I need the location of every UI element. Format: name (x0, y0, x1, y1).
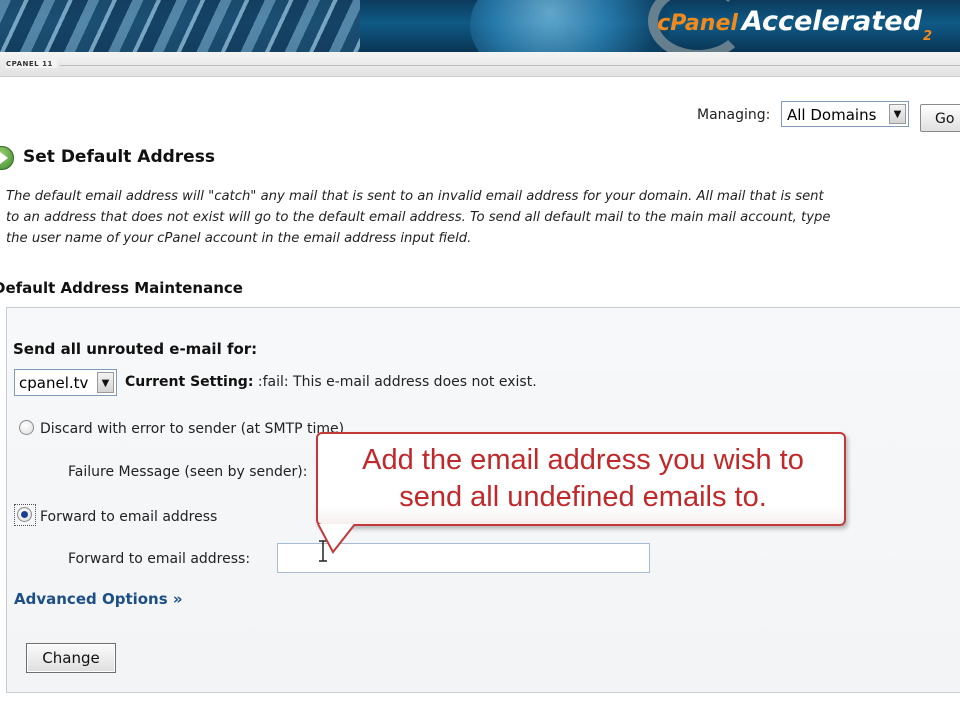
chevron-down-icon[interactable]: ▼ (97, 372, 114, 393)
domain-select[interactable]: cpanel.tv ▼ (14, 369, 117, 396)
forward-radio-label: Forward to email address (40, 509, 218, 525)
description-line: the user name of your cPanel account in … (6, 231, 472, 246)
description-line: to an address that does not exist will g… (6, 210, 831, 225)
current-setting-label: Current Setting: (125, 374, 254, 390)
unrouted-mail-label: Send all unrouted e-mail for: (13, 340, 258, 358)
banner-globe-image (470, 0, 670, 52)
brand-version-mark: 2 (922, 29, 932, 44)
managing-label: Managing: (697, 107, 771, 123)
domain-selected-value: cpanel.tv (19, 374, 89, 392)
current-setting-value: :fail: This e-mail address does not exis… (257, 374, 537, 390)
go-button[interactable]: Go (920, 104, 960, 132)
page-title: Set Default Address (23, 147, 215, 167)
discard-radio-label: Discard with error to sender (at SMTP ti… (40, 421, 345, 437)
banner-cables-image (0, 0, 360, 52)
callout-line: send all undefined emails to. (399, 481, 767, 513)
version-strip: CPANEL 11 (0, 52, 960, 77)
description-line: The default email address will "catch" a… (6, 189, 824, 204)
forward-radio[interactable] (17, 507, 32, 522)
callout-line: Add the email address you wish to (362, 444, 804, 476)
arrow-right-icon (0, 146, 14, 170)
managing-selected-value: All Domains (787, 106, 877, 124)
section-title: Default Address Maintenance (0, 279, 243, 297)
divider (60, 65, 960, 66)
callout-pointer (317, 524, 356, 554)
brand-logo: cPanel Accelerated2 (657, 6, 932, 44)
discard-radio[interactable] (19, 420, 34, 435)
change-button[interactable]: Change (26, 643, 116, 673)
brand-name: cPanel (657, 11, 738, 36)
chevron-down-icon[interactable]: ▼ (889, 104, 906, 124)
page-description: The default email address will "catch" a… (6, 186, 960, 249)
callout-text: Add the email address you wish to send a… (318, 442, 848, 516)
forward-field-label: Forward to email address: (68, 551, 251, 567)
brand-tagline: Accelerated (741, 6, 922, 37)
failure-message-label: Failure Message (seen by sender): (68, 464, 308, 480)
managing-domain-select[interactable]: All Domains ▼ (781, 101, 909, 127)
tutorial-callout: Add the email address you wish to send a… (316, 432, 846, 526)
advanced-options-link[interactable]: Advanced Options » (14, 590, 183, 608)
version-label: CPANEL 11 (6, 60, 57, 68)
header-banner: cPanel Accelerated2 (0, 0, 960, 52)
current-setting: Current Setting: :fail: This e-mail addr… (125, 374, 537, 390)
